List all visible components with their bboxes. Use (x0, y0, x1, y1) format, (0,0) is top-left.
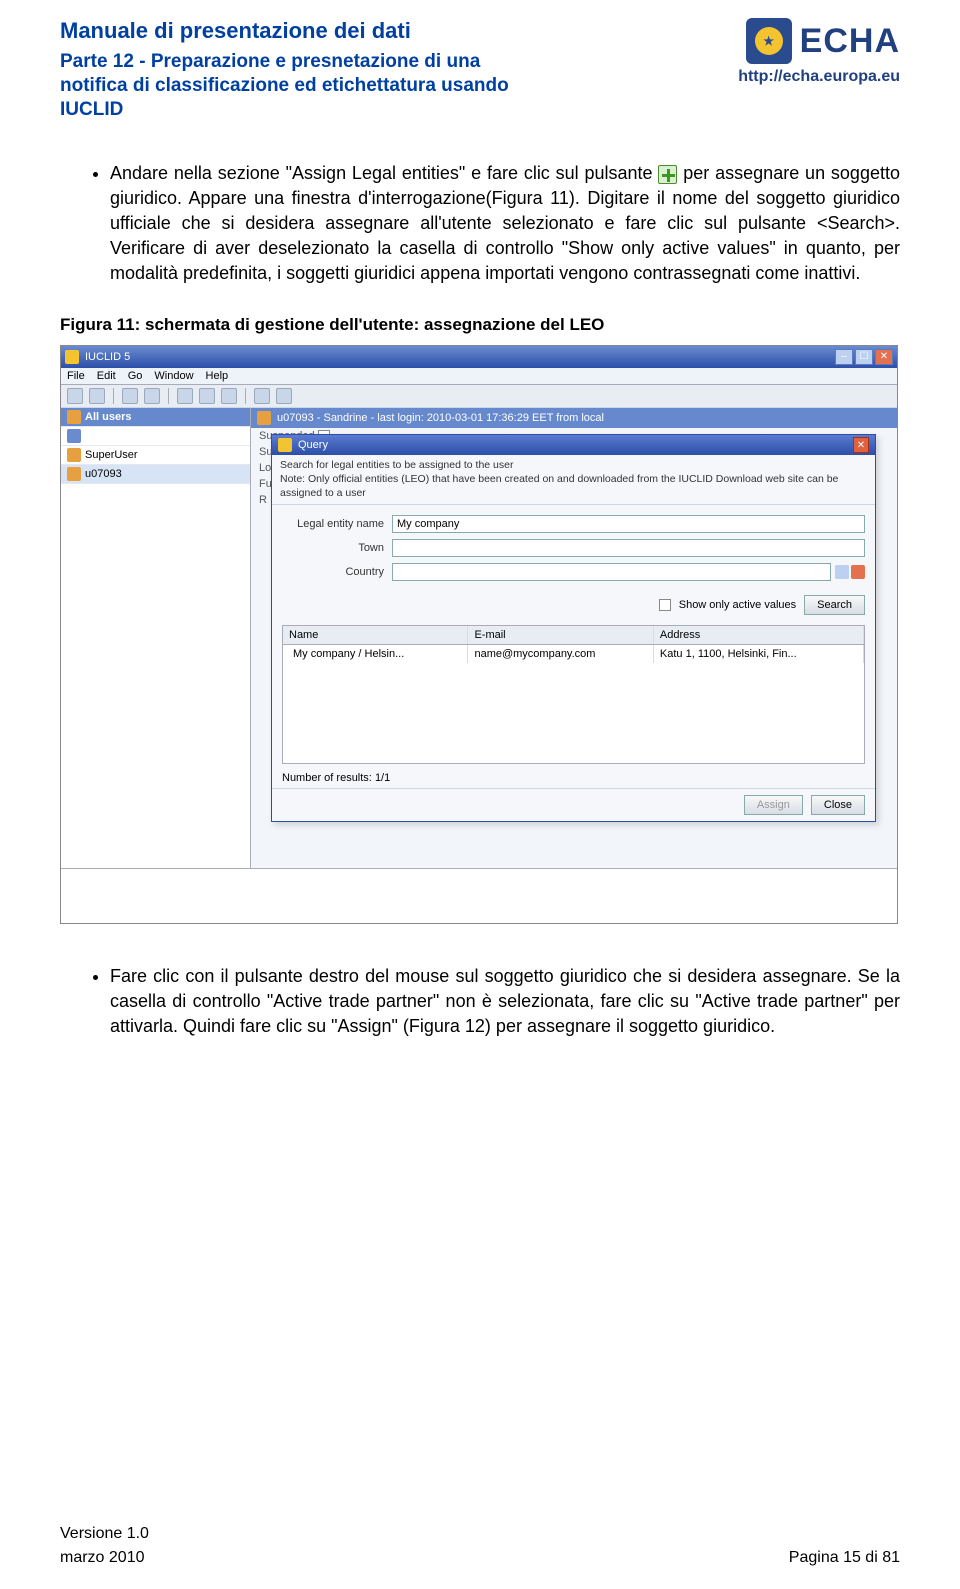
th-email[interactable]: E-mail (468, 626, 653, 644)
search-icon[interactable] (835, 565, 849, 579)
user-item-u07093[interactable]: u07093 (61, 465, 250, 484)
menu-edit[interactable]: Edit (97, 370, 116, 382)
user-panel-title: All users (85, 411, 131, 423)
toolbar-home-icon[interactable] (122, 388, 138, 404)
menubar: File Edit Go Window Help (61, 368, 897, 385)
app-title: IUCLID 5 (85, 351, 130, 363)
main-area: u07093 - Sandrine - last login: 2010-03-… (251, 408, 897, 868)
menu-window[interactable]: Window (154, 370, 193, 382)
bullet-list-1: Andare nella sezione "Assign Legal entit… (60, 161, 900, 285)
assign-button[interactable]: Assign (744, 795, 803, 815)
query-close-button[interactable]: ✕ (853, 437, 869, 453)
town-label: Town (282, 542, 392, 554)
th-address[interactable]: Address (654, 626, 864, 644)
td-address: Katu 1, 1100, Helsinki, Fin... (654, 645, 864, 663)
town-input[interactable] (392, 539, 865, 557)
user-panel: All users SuperUser u07093 (61, 408, 251, 868)
page-content: Andare nella sezione "Assign Legal entit… (60, 161, 900, 1039)
table-header-row: Name E-mail Address (283, 626, 864, 645)
user-icon (67, 448, 81, 462)
plus-icon (658, 165, 677, 184)
results-table: Name E-mail Address My company / Helsin.… (282, 625, 865, 764)
user-panel-collapse[interactable] (61, 427, 250, 446)
bullet-1: Andare nella sezione "Assign Legal entit… (110, 161, 900, 285)
toolbar-1 (61, 385, 897, 408)
results-value: 1/1 (375, 772, 390, 784)
menu-help[interactable]: Help (206, 370, 229, 382)
query-hint: Search for legal entities to be assigned… (272, 455, 875, 505)
th-name[interactable]: Name (283, 626, 468, 644)
show-active-label: Show only active values (679, 599, 796, 611)
main-header: u07093 - Sandrine - last login: 2010-03-… (251, 408, 897, 428)
user-icon (257, 411, 271, 425)
td-email: name@mycompany.com (468, 645, 653, 663)
footer-version: Versione 1.0 (60, 1525, 149, 1543)
table-row[interactable]: My company / Helsin... name@mycompany.co… (283, 645, 864, 663)
footer-date: marzo 2010 (60, 1549, 149, 1567)
legal-entity-name-label: Legal entity name (282, 518, 392, 530)
echa-url: http://echa.europa.eu (738, 68, 900, 86)
country-label: Country (282, 566, 392, 578)
collapse-icon (67, 429, 81, 443)
close-dialog-button[interactable]: Close (811, 795, 865, 815)
toolbar-remove-icon[interactable] (276, 388, 292, 404)
user-label: SuperUser (85, 449, 138, 461)
query-dialog: Query ✕ Search for legal entities to be … (271, 434, 876, 822)
user-label: u07093 (85, 468, 122, 480)
clear-icon[interactable] (851, 565, 865, 579)
app-icon (65, 350, 79, 364)
iuclid-window: IUCLID 5 – ☐ ✕ File Edit Go Window Help (60, 345, 898, 924)
minimize-button[interactable]: – (835, 349, 853, 365)
echa-logo-text: ECHA (800, 22, 900, 61)
echa-badge-icon: ★ (746, 18, 792, 64)
query-hint-1: Search for legal entities to be assigned… (280, 459, 867, 473)
query-icon (278, 438, 292, 452)
query-hint-2: Note: Only official entities (LEO) that … (280, 473, 867, 500)
toolbar-edit-icon[interactable] (177, 388, 193, 404)
search-button[interactable]: Search (804, 595, 865, 615)
query-title: Query (298, 439, 328, 451)
echa-logo: ★ ECHA http://echa.europa.eu (738, 18, 900, 86)
country-input[interactable] (392, 563, 831, 581)
app-titlebar: IUCLID 5 – ☐ ✕ (61, 346, 897, 368)
toolbar-paste-icon[interactable] (221, 388, 237, 404)
toolbar-forward-icon[interactable] (89, 388, 105, 404)
page-footer: Versione 1.0 marzo 2010 Pagina 15 di 81 (60, 1525, 900, 1567)
main-header-text: u07093 - Sandrine - last login: 2010-03-… (277, 412, 604, 424)
figure-caption: Figura 11: schermata di gestione dell'ut… (60, 315, 900, 335)
app-footer-blank (61, 868, 897, 923)
maximize-button[interactable]: ☐ (855, 349, 873, 365)
bullet-1-pre: Andare nella sezione "Assign Legal entit… (110, 163, 658, 183)
menu-file[interactable]: File (67, 370, 85, 382)
toolbar-back-icon[interactable] (67, 388, 83, 404)
close-button[interactable]: ✕ (875, 349, 893, 365)
doc-title-block: Manuale di presentazione dei dati Parte … (60, 18, 520, 121)
user-item-superuser[interactable]: SuperUser (61, 446, 250, 465)
doc-title: Manuale di presentazione dei dati (60, 18, 520, 44)
users-icon (67, 410, 81, 424)
user-icon (67, 467, 81, 481)
query-titlebar: Query ✕ (272, 435, 875, 455)
toolbar-add-icon[interactable] (254, 388, 270, 404)
user-panel-header: All users (61, 408, 250, 427)
page-header: Manuale di presentazione dei dati Parte … (60, 18, 900, 121)
doc-subtitle: Parte 12 - Preparazione e presnetazione … (60, 50, 520, 121)
query-form: Legal entity name Town Country (272, 505, 875, 593)
bullet-2: Fare clic con il pulsante destro del mou… (110, 964, 900, 1038)
results-label: Number of results: (282, 772, 372, 784)
td-name: My company / Helsin... (283, 645, 468, 663)
legal-entity-name-input[interactable] (392, 515, 865, 533)
show-active-checkbox[interactable] (659, 599, 671, 611)
toolbar-copy-icon[interactable] (199, 388, 215, 404)
bullet-list-2: Fare clic con il pulsante destro del mou… (60, 964, 900, 1038)
footer-page: Pagina 15 di 81 (789, 1549, 900, 1567)
menu-go[interactable]: Go (128, 370, 143, 382)
toolbar-save-icon[interactable] (144, 388, 160, 404)
